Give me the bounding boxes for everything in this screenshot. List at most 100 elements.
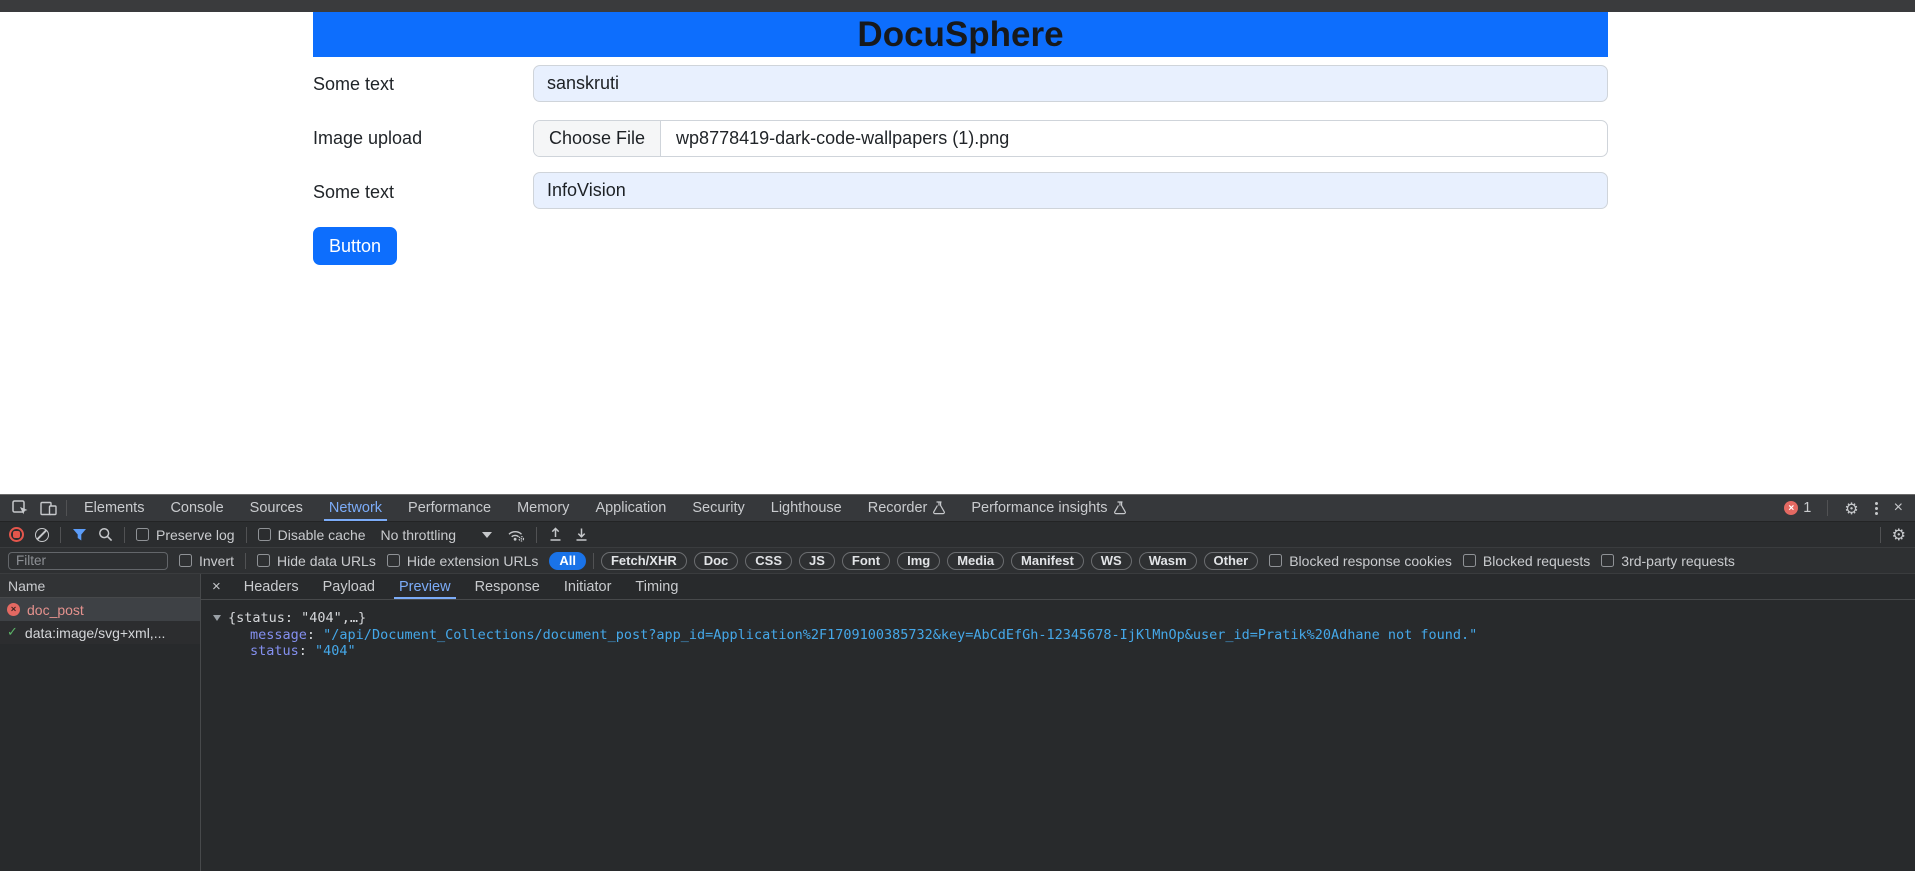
- tab-performance[interactable]: Performance: [395, 495, 504, 521]
- json-value: "/api/Document_Collections/document_post…: [323, 626, 1478, 643]
- file-input[interactable]: Choose File wp8778419-dark-code-wallpape…: [533, 120, 1608, 157]
- json-message-line: message: "/api/Document_Collections/docu…: [250, 626, 1478, 643]
- request-detail-tab-bar: × Headers Payload Preview Response Initi…: [201, 574, 1915, 600]
- request-type-filters: All Fetch/XHR Doc CSS JS Font Img Media …: [549, 551, 1259, 570]
- checkbox: [1601, 554, 1615, 567]
- choose-file-button[interactable]: Choose File: [534, 121, 662, 156]
- tab-memory[interactable]: Memory: [504, 495, 582, 521]
- search-icon[interactable]: [98, 527, 113, 542]
- hide-data-urls-checkbox[interactable]: Hide data URLs: [257, 553, 376, 569]
- json-value: "404": [315, 643, 356, 659]
- experiment-flask-icon: [1113, 501, 1126, 515]
- filter-pill-other[interactable]: Other: [1203, 551, 1259, 570]
- filter-pill-manifest[interactable]: Manifest: [1011, 551, 1084, 570]
- detail-tab-preview[interactable]: Preview: [387, 574, 463, 599]
- error-icon: ×: [1784, 501, 1799, 515]
- more-options-icon[interactable]: [1874, 506, 1878, 510]
- export-har-icon[interactable]: [548, 527, 563, 542]
- name-column-header[interactable]: Name: [0, 574, 200, 598]
- blocked-requests-checkbox[interactable]: Blocked requests: [1462, 553, 1590, 569]
- filter-pill-font[interactable]: Font: [841, 551, 891, 570]
- detail-tab-payload[interactable]: Payload: [311, 574, 387, 599]
- filter-pill-css[interactable]: CSS: [745, 551, 793, 570]
- checkbox: [1269, 554, 1283, 567]
- detail-tab-timing[interactable]: Timing: [623, 574, 690, 599]
- json-root-line[interactable]: {status: "404",…}: [213, 610, 1915, 627]
- json-summary: {status: "404",…}: [228, 610, 367, 626]
- devtools-tab-bar: Elements Console Sources Network Perform…: [0, 495, 1915, 522]
- file-name: wp8778419-dark-code-wallpapers (1).png: [676, 128, 1010, 148]
- close-detail-icon[interactable]: ×: [201, 578, 232, 595]
- device-toolbar-icon[interactable]: [34, 495, 62, 521]
- filter-input[interactable]: [8, 551, 168, 570]
- tab-sources[interactable]: Sources: [237, 495, 316, 521]
- divider: [536, 526, 538, 543]
- preserve-log-checkbox[interactable]: Preserve log: [136, 527, 235, 543]
- tab-network[interactable]: Network: [316, 495, 395, 521]
- divider: [245, 526, 247, 543]
- experiment-flask-icon: [933, 501, 946, 515]
- tab-performance-insights[interactable]: Performance insights: [958, 495, 1138, 521]
- network-filter-bar: Invert Hide data URLs Hide extension URL…: [0, 548, 1915, 574]
- filter-funnel-icon[interactable]: [72, 528, 87, 541]
- tab-application[interactable]: Application: [582, 495, 679, 521]
- request-row-data-image[interactable]: ✓ data:image/svg+xml,...: [0, 621, 200, 644]
- inspect-element-icon[interactable]: [6, 495, 34, 521]
- settings-gear-icon[interactable]: ⚙: [1844, 499, 1858, 518]
- hide-extension-urls-checkbox[interactable]: Hide extension URLs: [386, 553, 538, 569]
- tab-recorder[interactable]: Recorder: [855, 495, 959, 521]
- request-list-pane: Name × doc_post ✓ data:image/svg+xml,...: [0, 574, 201, 871]
- checkbox: [257, 528, 271, 541]
- request-success-icon: ✓: [7, 625, 18, 640]
- request-row-doc-post[interactable]: × doc_post: [0, 598, 200, 621]
- json-key: message: [250, 626, 307, 643]
- filter-pill-ws[interactable]: WS: [1090, 551, 1132, 570]
- image-upload-label: Image upload: [313, 128, 423, 148]
- network-conditions-icon[interactable]: [507, 528, 525, 542]
- network-toolbar: Preserve log Disable cache No throttling…: [0, 522, 1915, 548]
- detail-tab-headers[interactable]: Headers: [232, 574, 311, 599]
- expander-triangle-icon[interactable]: [213, 615, 221, 621]
- filter-pill-all[interactable]: All: [549, 551, 586, 570]
- error-count-badge[interactable]: × 1: [1784, 500, 1811, 516]
- tab-console[interactable]: Console: [157, 495, 236, 521]
- divider: [66, 500, 67, 516]
- json-key: status: [250, 643, 299, 659]
- filter-pill-js[interactable]: JS: [799, 551, 835, 570]
- checkbox: [1462, 554, 1476, 567]
- clear-network-log-icon[interactable]: [35, 527, 49, 542]
- throttling-dropdown[interactable]: No throttling: [377, 527, 496, 543]
- text-input-1[interactable]: [533, 65, 1608, 102]
- filter-pill-media[interactable]: Media: [947, 551, 1005, 570]
- text-field-label-1: Some text: [313, 74, 395, 94]
- close-devtools-icon[interactable]: ×: [1894, 499, 1903, 517]
- detail-tab-response[interactable]: Response: [463, 574, 552, 599]
- record-network-log-icon[interactable]: [9, 527, 24, 542]
- app-banner: DocuSphere: [313, 12, 1608, 57]
- filter-pill-wasm[interactable]: Wasm: [1138, 551, 1197, 570]
- divider: [60, 526, 61, 543]
- tab-lighthouse[interactable]: Lighthouse: [758, 495, 855, 521]
- filter-pill-img[interactable]: Img: [897, 551, 941, 570]
- request-name: doc_post: [27, 601, 84, 618]
- filter-pill-fetch-xhr[interactable]: Fetch/XHR: [600, 551, 687, 570]
- page-title: DocuSphere: [857, 14, 1064, 54]
- json-preview: {status: "404",…} message: "/api/Documen…: [201, 600, 1915, 660]
- invert-checkbox[interactable]: Invert: [179, 553, 234, 569]
- blocked-response-cookies-checkbox[interactable]: Blocked response cookies: [1269, 553, 1452, 569]
- tab-elements[interactable]: Elements: [71, 495, 157, 521]
- checkbox: [386, 554, 400, 567]
- detail-tab-initiator[interactable]: Initiator: [552, 574, 624, 599]
- third-party-requests-checkbox[interactable]: 3rd-party requests: [1601, 553, 1735, 569]
- devtools-panel: Elements Console Sources Network Perform…: [0, 494, 1915, 871]
- tab-security[interactable]: Security: [679, 495, 757, 521]
- browser-top-strip: [0, 0, 1915, 12]
- json-status-line: status: "404": [250, 643, 356, 659]
- text-input-2[interactable]: [533, 172, 1608, 209]
- filter-pill-doc[interactable]: Doc: [693, 551, 739, 570]
- submit-button[interactable]: Button: [313, 227, 398, 265]
- disable-cache-checkbox[interactable]: Disable cache: [257, 527, 366, 543]
- network-settings-gear-icon[interactable]: ⚙: [1892, 525, 1906, 544]
- divider: [245, 552, 247, 569]
- import-har-icon[interactable]: [574, 527, 589, 542]
